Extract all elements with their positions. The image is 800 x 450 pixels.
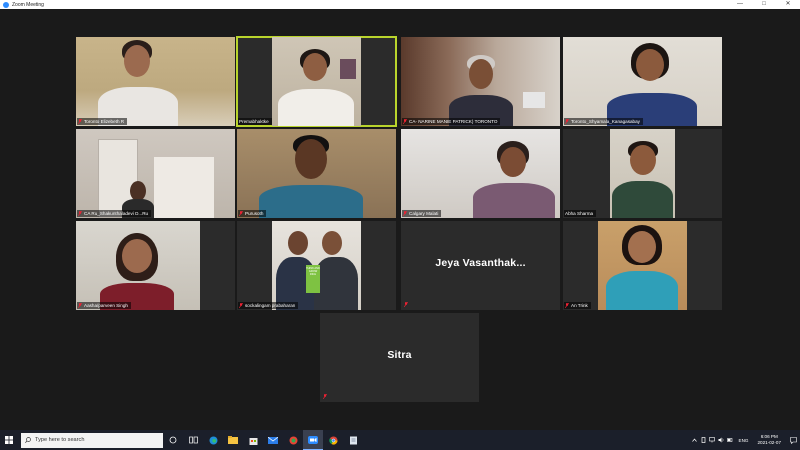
- participant-tile[interactable]: An Trink: [563, 221, 722, 310]
- zoom-app-icon: [3, 1, 9, 8]
- volume-icon: [718, 437, 724, 443]
- mail-icon: [268, 436, 278, 444]
- participant-tile-video-off[interactable]: Sitra: [320, 313, 479, 402]
- tray-app-button[interactable]: [699, 430, 708, 450]
- search-placeholder: Type here to search: [35, 437, 85, 443]
- mic-muted-icon: [323, 394, 327, 399]
- store-icon: [249, 437, 257, 445]
- folder-icon: [228, 436, 238, 444]
- mic-muted-icon: [403, 119, 407, 124]
- tray-network-button[interactable]: [708, 430, 717, 450]
- mic-muted-icon: [239, 303, 243, 308]
- taskbar-edge[interactable]: [203, 430, 223, 450]
- battery-icon: [727, 438, 733, 442]
- participant-name-label: Toronto_Shyamala_Kanagasabay: [564, 118, 643, 125]
- participant-video: [598, 221, 687, 310]
- participant-tile[interactable]: CA- NARINE MANIE PATRICK) TORONTO: [401, 37, 560, 126]
- mic-muted-icon: [404, 302, 408, 307]
- network-icon: [709, 437, 715, 443]
- participant-name-label: Abha Sharma: [564, 210, 597, 217]
- book-cover: THINK AND GROW RICH: [306, 265, 320, 293]
- close-button[interactable]: ✕: [776, 0, 800, 9]
- participant-tile[interactable]: THINK AND GROW RICH sockalingam prabahar…: [237, 221, 396, 310]
- mic-muted-icon: [239, 211, 243, 216]
- language-indicator[interactable]: ENG: [739, 438, 749, 443]
- taskbar-store[interactable]: [243, 430, 263, 450]
- action-center-button[interactable]: [786, 430, 800, 450]
- participant-tile[interactable]: Abha Sharma: [563, 129, 722, 218]
- window-title: Zoom Meeting: [12, 1, 44, 8]
- task-view-icon: [188, 436, 198, 444]
- participant-video: [401, 129, 560, 218]
- tray-battery-button[interactable]: [726, 430, 735, 450]
- participant-video: [237, 129, 396, 218]
- taskbar-chrome[interactable]: [323, 430, 343, 450]
- window-controls: — □ ✕: [728, 0, 800, 9]
- participant-tile[interactable]: Toronto_Shyamala_Kanagasabay: [563, 37, 722, 126]
- tray-app-icon: [701, 437, 705, 443]
- taskbar-zoom[interactable]: [303, 430, 323, 450]
- participant-video: THINK AND GROW RICH: [272, 221, 361, 310]
- minimize-button[interactable]: —: [728, 0, 752, 9]
- participant-video: [610, 129, 675, 218]
- participant-video: [401, 37, 560, 126]
- participant-tile[interactable]: Purusoth: [237, 129, 396, 218]
- participant-name-label: Toronto Elizebeth R: [77, 118, 128, 125]
- participant-name-label: Calgary Malati: [402, 210, 442, 217]
- mic-muted-icon: [565, 303, 569, 308]
- participant-tile-active-speaker[interactable]: Premabhaktke: [236, 36, 397, 127]
- participant-tile[interactable]: Aasha/parveen Singh: [76, 221, 235, 310]
- start-button[interactable]: [0, 430, 18, 450]
- document-icon: [349, 436, 357, 444]
- gallery-view: Toronto Elizebeth R Premabhaktke CA- NAR…: [0, 9, 800, 430]
- participant-name-label: CA Ru_Shakunthaladevi D...Ru: [77, 210, 152, 217]
- taskbar-app[interactable]: [343, 430, 363, 450]
- search-icon: [25, 437, 31, 443]
- maximize-button[interactable]: □: [752, 0, 776, 9]
- mic-muted-icon: [78, 119, 82, 124]
- participant-video: [76, 129, 235, 218]
- participant-name-label: CA- NARINE MANIE PATRICK) TORONTO: [402, 118, 501, 125]
- clock-date: 2021-02-07: [757, 440, 782, 445]
- task-view-button[interactable]: [183, 430, 203, 450]
- participant-name-label: Premabhaktke: [238, 118, 272, 125]
- zoom-icon: [308, 435, 318, 444]
- participant-name-display: Jeya Vasanthak...: [435, 257, 526, 269]
- taskbar-search-box[interactable]: Type here to search: [21, 432, 163, 448]
- participant-name-label: Purusoth: [238, 210, 267, 217]
- participant-name-display: Sitra: [387, 349, 412, 361]
- participant-video: [76, 221, 200, 310]
- participant-name-label: sockalingam prabaharan: [238, 302, 299, 309]
- edge-icon: [209, 436, 217, 444]
- chrome-icon: [328, 436, 338, 445]
- taskbar-photos[interactable]: [283, 430, 303, 450]
- cortana-button[interactable]: [163, 430, 183, 450]
- cortana-icon: [169, 436, 177, 444]
- window-titlebar: Zoom Meeting — □ ✕: [0, 0, 800, 9]
- participant-video: [563, 37, 722, 126]
- chevron-up-icon: [691, 438, 697, 442]
- mic-muted-icon: [403, 211, 407, 216]
- mic-muted-icon: [565, 119, 569, 124]
- mic-muted-icon: [78, 303, 82, 308]
- taskbar-mail[interactable]: [263, 430, 283, 450]
- participant-video: [76, 37, 235, 126]
- participant-tile[interactable]: CA Ru_Shakunthaladevi D...Ru: [76, 129, 235, 218]
- windows-taskbar: Type here to search ENG 6:06 PM 2021-02-…: [0, 430, 800, 450]
- notification-icon: [789, 436, 797, 444]
- mic-muted-icon: [78, 211, 82, 216]
- photos-icon: [289, 436, 297, 444]
- participant-tile[interactable]: Toronto Elizebeth R: [76, 37, 235, 126]
- participant-video: [272, 37, 361, 126]
- tray-volume-button[interactable]: [717, 430, 726, 450]
- windows-logo-icon: [5, 436, 13, 444]
- taskbar-file-explorer[interactable]: [223, 430, 243, 450]
- participant-tile-video-off[interactable]: Jeya Vasanthak...: [401, 221, 560, 310]
- clock[interactable]: 6:06 PM 2021-02-07: [758, 434, 782, 446]
- show-hidden-icons-button[interactable]: [690, 430, 699, 450]
- participant-tile[interactable]: Calgary Malati: [401, 129, 560, 218]
- participant-name-label: An Trink: [564, 302, 591, 309]
- participant-name-label: Aasha/parveen Singh: [77, 302, 131, 309]
- system-tray: ENG 6:06 PM 2021-02-07: [690, 430, 800, 450]
